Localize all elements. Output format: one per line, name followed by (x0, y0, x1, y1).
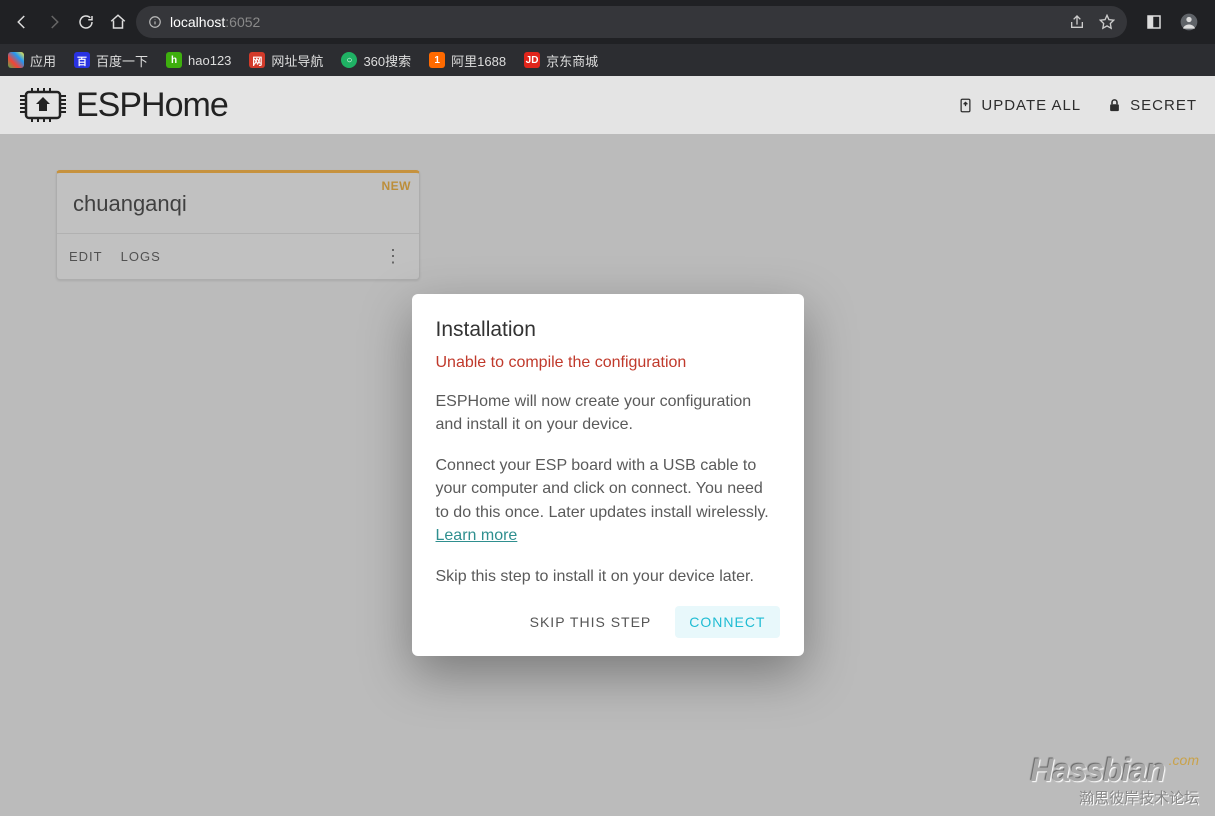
bookmark-label: 应用 (30, 51, 56, 70)
bookmark-label: hao123 (188, 53, 231, 68)
address-bar[interactable]: localhost:6052 (136, 6, 1127, 38)
bookmark-1688[interactable]: 1 阿里1688 (429, 51, 506, 70)
url-host: localhost (170, 14, 225, 30)
button-label: SECRET (1130, 97, 1197, 114)
installation-dialog: Installation Unable to compile the confi… (412, 294, 804, 656)
forward-button[interactable] (40, 8, 68, 36)
bookmark-apps[interactable]: 应用 (8, 51, 56, 70)
dialog-text-2: Connect your ESP board with a USB cable … (436, 454, 780, 547)
lock-icon (1107, 98, 1122, 113)
profile-icon[interactable] (1179, 12, 1199, 32)
url-port: :6052 (225, 14, 260, 30)
bookmark-bar: 应用 百 百度一下 h hao123 网 网址导航 ○ 360搜索 1 阿里16… (0, 44, 1215, 76)
app-logo[interactable]: ESPHome (18, 86, 228, 125)
skip-button[interactable]: SKIP THIS STEP (518, 606, 664, 638)
bookmark-baidu[interactable]: 百 百度一下 (74, 51, 148, 70)
info-icon (148, 15, 162, 29)
chip-icon (18, 86, 68, 124)
bookmark-360[interactable]: ○ 360搜索 (341, 51, 411, 70)
secrets-button[interactable]: SECRET (1107, 97, 1197, 114)
content-area: NEW chuanganqi EDIT LOGS ⋮ Installation … (0, 134, 1215, 816)
dialog-title: Installation (436, 318, 780, 342)
bookmark-label: 网址导航 (271, 51, 323, 70)
connect-button[interactable]: CONNECT (675, 606, 779, 638)
star-icon[interactable] (1099, 14, 1115, 30)
dialog-text-1: ESPHome will now create your configurati… (436, 390, 780, 436)
modal-backdrop: Installation Unable to compile the confi… (0, 134, 1215, 816)
app-title: ESPHome (76, 86, 228, 125)
home-button[interactable] (104, 8, 132, 36)
app-header: ESPHome UPDATE ALL SECRET (0, 76, 1215, 134)
bookmark-label: 京东商城 (546, 51, 598, 70)
update-icon (958, 98, 973, 113)
bookmark-label: 360搜索 (363, 51, 411, 70)
back-button[interactable] (8, 8, 36, 36)
bookmark-label: 阿里1688 (451, 51, 506, 70)
dialog-text-3: Skip this step to install it on your dev… (436, 565, 780, 588)
dialog-text-span: Connect your ESP board with a USB cable … (436, 457, 769, 520)
error-message: Unable to compile the configuration (436, 354, 780, 372)
update-all-button[interactable]: UPDATE ALL (958, 97, 1081, 114)
reload-button[interactable] (72, 8, 100, 36)
button-label: UPDATE ALL (981, 97, 1081, 114)
bookmark-navsite[interactable]: 网 网址导航 (249, 51, 323, 70)
bookmark-hao123[interactable]: h hao123 (166, 52, 231, 68)
browser-toolbar: localhost:6052 (0, 0, 1215, 44)
window-controls (1131, 12, 1207, 32)
bookmark-jd[interactable]: JD 京东商城 (524, 51, 598, 70)
learn-more-link[interactable]: Learn more (436, 527, 518, 544)
bookmark-label: 百度一下 (96, 51, 148, 70)
panel-icon[interactable] (1145, 13, 1163, 31)
share-icon[interactable] (1069, 14, 1085, 30)
